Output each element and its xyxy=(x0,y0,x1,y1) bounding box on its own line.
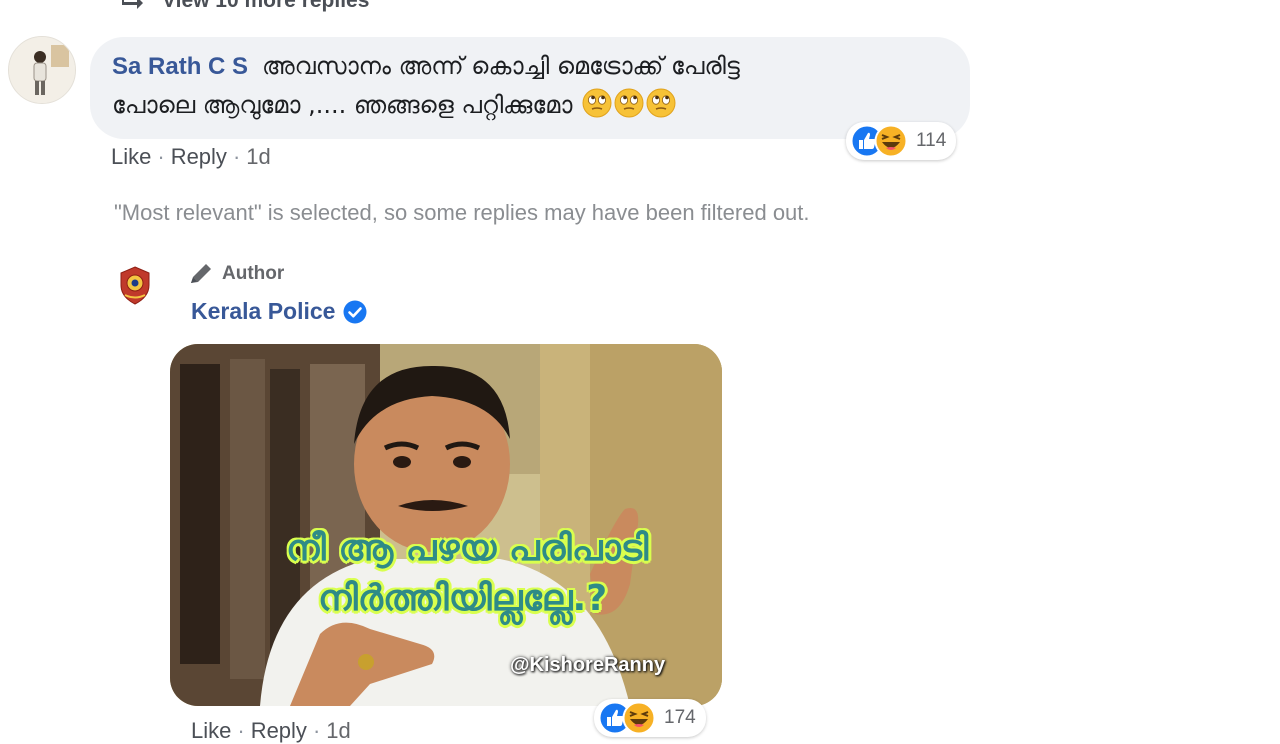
police-emblem-icon xyxy=(113,263,157,307)
reply-button[interactable]: Reply xyxy=(171,144,227,169)
meme-photo xyxy=(170,344,722,706)
author-badge-label: Author xyxy=(222,263,285,284)
view-more-replies-link[interactable]: View 10 more replies xyxy=(122,0,369,16)
reply-author-link[interactable]: Kerala Police xyxy=(191,298,335,325)
meme-watermark: @KishoreRanny xyxy=(510,654,666,676)
comment-text-part-2: പോലെ ആവുമോ ,.... ഞങ്ങളെ പറ്റിക്കുമോ xyxy=(112,91,573,119)
reply-reactions-count: 174 xyxy=(664,707,696,728)
separator-dot: · xyxy=(232,144,241,169)
commenter-avatar[interactable] xyxy=(8,36,76,104)
meme-caption-line-1: നീ ആ പഴയ പരിപാടി xyxy=(286,528,649,569)
comment-author-link[interactable]: Sa Rath C S xyxy=(112,53,248,80)
rolling-eyes-emoji-icon xyxy=(582,88,612,118)
rolling-eyes-emoji-icon xyxy=(614,88,644,118)
reply-author: Kerala Police xyxy=(191,298,367,325)
comment-text-part-1: അവസാനം അന്ന് കൊച്ചി മെട്രോക്ക് പേരിട്ട xyxy=(262,52,740,80)
like-button[interactable]: Like xyxy=(111,144,151,169)
view-more-replies-label: View 10 more replies xyxy=(162,0,370,12)
meme-image[interactable]: നീ ആ പഴയ പരിപാടി നിർത്തിയില്ലല്ലേ.? @Kis… xyxy=(170,344,722,706)
reply-arrow-icon xyxy=(122,0,143,9)
author-badge: Author xyxy=(188,262,284,286)
comment-timestamp[interactable]: 1d xyxy=(246,144,270,169)
filter-notice: "Most relevant" is selected, so some rep… xyxy=(114,200,810,225)
separator-dot: · xyxy=(157,144,165,169)
reply-reactions[interactable]: 174 xyxy=(594,699,706,737)
comment-text-line-2: പോലെ ആവുമോ ,.... ഞങ്ങളെ പറ്റിക്കുമോ xyxy=(112,88,676,119)
haha-reaction-icon xyxy=(622,701,656,735)
comment-reactions-count: 114 xyxy=(916,130,947,151)
verified-badge-icon xyxy=(343,300,367,323)
haha-reaction-icon xyxy=(874,124,908,158)
comment-actions: Like · Reply · 1d xyxy=(111,144,271,170)
person-photo-icon xyxy=(9,37,75,103)
kerala-police-avatar[interactable] xyxy=(112,262,158,308)
comment-text-line-1: Sa Rath C S അവസാനം അന്ന് കൊച്ചി മെട്രോക്ക… xyxy=(112,52,740,81)
pencil-icon xyxy=(191,264,211,283)
comment-reactions[interactable]: 114 xyxy=(846,122,957,160)
rolling-eyes-emoji-icon xyxy=(646,88,676,118)
meme-caption-line-2: നിർത്തിയില്ലല്ലേ.? xyxy=(318,578,608,619)
reply-actions: Like · Reply · 1d xyxy=(191,718,351,744)
